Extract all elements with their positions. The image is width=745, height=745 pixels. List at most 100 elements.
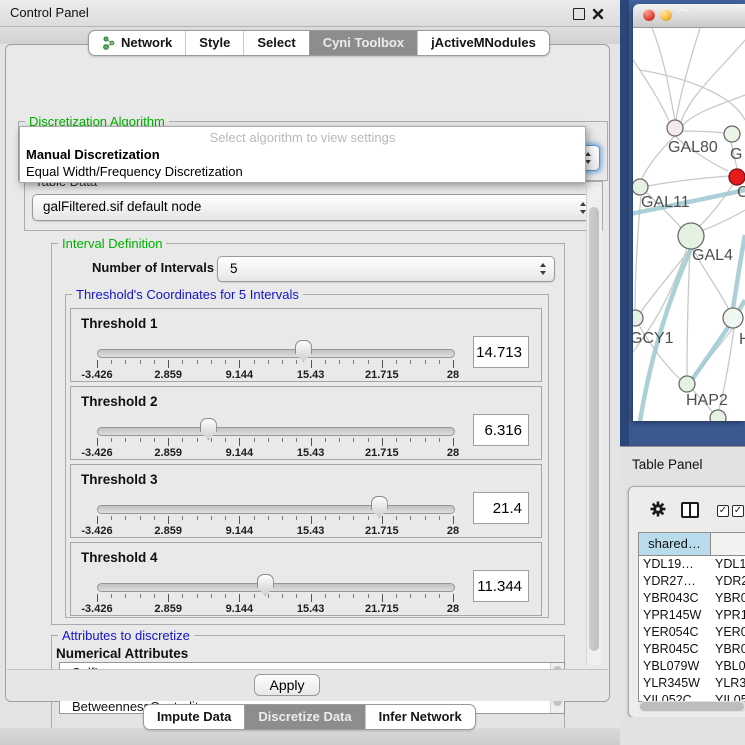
threshold-value-field[interactable]: 11.344 [473, 570, 529, 602]
network-node[interactable] [678, 223, 704, 249]
tab-infer-network[interactable]: Infer Network [365, 705, 475, 729]
close-traffic-light-icon[interactable] [643, 9, 655, 21]
dropdown-item-manual-discretization[interactable]: Manual Discretization [26, 147, 160, 162]
threshold-slider[interactable]: -3.4262.8599.14415.4321.71528 [97, 498, 453, 536]
panel-footer: Apply [7, 669, 608, 701]
threshold-value-field[interactable]: 6.316 [473, 414, 529, 446]
slider-thumb[interactable] [371, 496, 388, 518]
tab-style[interactable]: Style [185, 31, 243, 55]
network-node[interactable] [729, 169, 745, 185]
table-data-combo[interactable]: galFiltered.sif default node [32, 194, 595, 221]
table-row[interactable]: YER054CYER054C [639, 624, 745, 641]
threshold-slider[interactable]: -3.4262.8599.14415.4321.71528 [97, 420, 453, 458]
slider-track[interactable] [97, 349, 455, 358]
tick-mark [254, 594, 255, 598]
tab-discretize-data[interactable]: Discretize Data [244, 705, 364, 729]
network-node[interactable] [667, 120, 683, 136]
slider-thumb[interactable] [257, 574, 274, 596]
table-row[interactable]: YLR345WYLR345W [639, 675, 745, 692]
network-view-window: GAL80GGAL11CGAL4GCY1HHAP2 [633, 4, 745, 421]
table-row[interactable]: YPR145WYPR145W [639, 607, 745, 624]
tick-mark [311, 360, 312, 368]
minimize-traffic-light-icon[interactable] [660, 9, 672, 21]
slider-thumb[interactable] [295, 340, 312, 362]
tick-mark [282, 516, 283, 520]
tick-mark [154, 516, 155, 520]
slider-track[interactable] [97, 583, 455, 592]
network-node[interactable] [633, 179, 648, 195]
table-cell-shared-name: YBL079W [639, 658, 710, 675]
gear-icon[interactable] [649, 500, 667, 523]
network-node[interactable] [723, 308, 743, 328]
panel-scrollbar-thumb[interactable] [589, 207, 599, 651]
threshold-value-field[interactable]: 14.713 [473, 336, 529, 368]
tab-impute-data[interactable]: Impute Data [144, 705, 244, 729]
tick-mark [439, 516, 440, 520]
panel-scrollbar[interactable] [586, 187, 602, 665]
table-cell-name: YBR045C [710, 641, 745, 658]
table-h-scrollbar-thumb[interactable] [640, 702, 744, 711]
table-row[interactable]: YBL079WYBL079W [639, 658, 745, 675]
status-area [620, 717, 745, 745]
slider-tick-labels: -3.4262.8599.14415.4321.71528 [97, 525, 453, 537]
close-icon[interactable] [592, 7, 604, 19]
tab-select[interactable]: Select [243, 31, 308, 55]
slider-ticks [97, 516, 453, 525]
tab-jactivemnodules[interactable]: jActiveMNodules [417, 31, 549, 55]
network-node[interactable] [679, 376, 695, 392]
tick-mark [382, 516, 383, 524]
network-node[interactable] [724, 126, 740, 142]
network-node[interactable] [633, 310, 643, 326]
tick-mark [225, 594, 226, 598]
checkbox-checked-icon[interactable]: ✓ [717, 505, 729, 517]
table-row[interactable]: YBR043CYBR043C [639, 590, 745, 607]
table-row[interactable]: YDL19…YDL19… [639, 556, 745, 573]
tick-mark [439, 594, 440, 598]
tick-mark [225, 360, 226, 364]
tick-mark [425, 360, 426, 364]
split-columns-icon[interactable] [681, 502, 699, 518]
tick-mark [453, 516, 454, 524]
slider-thumb[interactable] [200, 418, 217, 440]
tick-mark [296, 438, 297, 442]
checkbox-checked-icon[interactable]: ✓ [732, 505, 744, 517]
zoom-traffic-light-icon[interactable] [677, 9, 689, 21]
table-cell-name: YDL19… [710, 556, 745, 573]
tick-mark [268, 594, 269, 598]
tick-mark [439, 438, 440, 442]
table-cell-shared-name: YLR345W [639, 675, 710, 692]
number-of-intervals-combo[interactable]: 5 [217, 256, 555, 282]
network-canvas[interactable]: GAL80GGAL11CGAL4GCY1HHAP2 [633, 28, 745, 421]
tick-mark [296, 516, 297, 520]
tick-mark [125, 516, 126, 520]
tick-mark [396, 516, 397, 520]
slider-track[interactable] [97, 505, 455, 514]
network-node[interactable] [710, 410, 726, 421]
network-node-label: GAL4 [692, 247, 733, 264]
network-window-titlebar[interactable] [633, 4, 745, 28]
threshold-label: Threshold 3 [81, 472, 158, 487]
table-row[interactable]: YBR045CYBR045C [639, 641, 745, 658]
slider-track[interactable] [97, 427, 455, 436]
apply-button[interactable]: Apply [254, 674, 320, 696]
table-row[interactable]: YDR27…YDR27… [639, 573, 745, 590]
threshold-slider[interactable]: -3.4262.8599.14415.4321.71528 [97, 576, 453, 614]
tick-mark [268, 516, 269, 520]
threshold-slider[interactable]: -3.4262.8599.14415.4321.71528 [97, 342, 453, 380]
control-panel-titlebar: Control Panel [0, 0, 620, 27]
tab-cyni-toolbox[interactable]: Cyni Toolbox [309, 31, 417, 55]
column-header-name[interactable]: name [711, 533, 745, 555]
node-table[interactable]: shared… name YDL19…YDL19…YDR27…YDR27…YBR… [638, 532, 745, 702]
table-data-group: Table Data galFiltered.sif default node [24, 181, 603, 231]
table-h-scrollbar[interactable] [639, 701, 745, 712]
float-window-icon[interactable] [573, 8, 585, 20]
tick-mark [197, 360, 198, 364]
tick-label: 9.144 [226, 447, 254, 459]
table-cell-shared-name: YBR045C [639, 641, 710, 658]
thresholds-group: Threshold's Coordinates for 5 Intervals … [65, 294, 549, 618]
table-cell-name: YPR145W [710, 607, 745, 624]
tab-network[interactable]: Network [89, 31, 185, 55]
dropdown-item-equal-width-frequency-discretization[interactable]: Equal Width/Frequency Discretization [26, 164, 243, 179]
column-header-shared-name[interactable]: shared… [639, 533, 711, 555]
threshold-value-field[interactable]: 21.4 [473, 492, 529, 524]
